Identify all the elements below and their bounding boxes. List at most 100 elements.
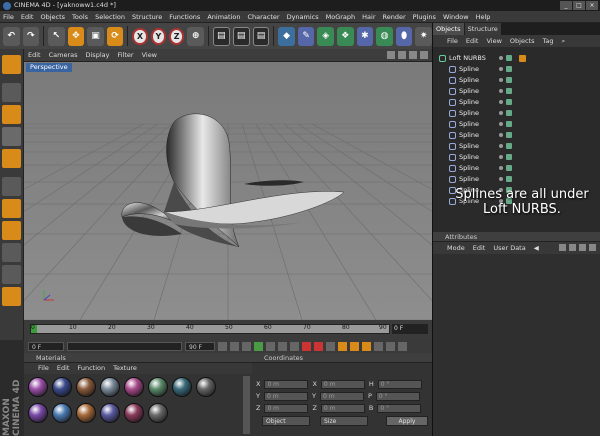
menu-window[interactable]: Window	[443, 13, 469, 21]
material-swatch[interactable]	[100, 377, 120, 397]
materials-menu-function[interactable]: Function	[77, 363, 105, 374]
goto-start-icon[interactable]	[218, 342, 227, 351]
objects-menu-view[interactable]: View	[486, 37, 501, 45]
next-key-icon[interactable]	[278, 342, 287, 351]
material-swatch[interactable]	[28, 403, 48, 423]
point-level-icon[interactable]	[386, 342, 395, 351]
enabled-check-icon[interactable]	[506, 88, 512, 94]
rotate-icon[interactable]: ⟳	[106, 26, 124, 46]
close-button[interactable]: ×	[586, 1, 598, 10]
material-swatch[interactable]	[28, 377, 48, 397]
redo-icon[interactable]: ↷	[22, 26, 40, 46]
render-picture-viewer-icon[interactable]: ▤	[232, 26, 250, 46]
materials-scrollbar[interactable]	[243, 376, 250, 434]
minimize-button[interactable]: _	[560, 1, 572, 10]
object-row-spline[interactable]: Spline	[433, 86, 600, 97]
menu-animation[interactable]: Animation	[207, 13, 240, 21]
end-frame-field[interactable]: 90 F	[185, 342, 215, 351]
material-swatch[interactable]	[124, 377, 144, 397]
size-x-field[interactable]: 0 m	[320, 380, 365, 389]
goto-end-icon[interactable]	[290, 342, 299, 351]
x-axis-lock-button[interactable]: X	[132, 27, 148, 45]
use-edges-tool-icon[interactable]	[2, 199, 21, 218]
tab-objects[interactable]: Objects	[433, 23, 464, 35]
autokey-icon[interactable]	[314, 342, 323, 351]
material-swatch[interactable]	[76, 403, 96, 423]
snap-icon[interactable]	[2, 287, 21, 306]
material-swatch[interactable]	[196, 377, 216, 397]
visibility-dot[interactable]	[499, 177, 503, 181]
position-z-field[interactable]: 0 m	[264, 404, 309, 413]
rotation-h-field[interactable]: 0 °	[377, 380, 422, 389]
tweak-mode-icon[interactable]	[2, 265, 21, 284]
array-icon[interactable]: ❖	[337, 26, 354, 46]
object-row-spline[interactable]: Spline	[433, 119, 600, 130]
camera-icon[interactable]: ⬮	[395, 26, 413, 46]
visibility-dot[interactable]	[499, 122, 503, 126]
size-y-field[interactable]: 0 m	[319, 392, 364, 401]
prev-frame-icon[interactable]	[242, 342, 251, 351]
materials-menu-texture[interactable]: Texture	[113, 363, 137, 374]
menu-edit[interactable]: Edit	[21, 13, 34, 21]
attributes-menu-edit[interactable]: Edit	[473, 244, 486, 252]
object-row-spline[interactable]: Spline	[433, 141, 600, 152]
use-object-tool-icon[interactable]	[2, 105, 21, 124]
object-row-spline[interactable]: Spline	[433, 130, 600, 141]
visibility-dot[interactable]	[499, 78, 503, 82]
menu-hair[interactable]: Hair	[362, 13, 375, 21]
rotation-p-field[interactable]: 0 °	[375, 392, 420, 401]
use-polygons-tool-icon[interactable]	[2, 221, 21, 240]
menu-plugins[interactable]: Plugins	[413, 13, 436, 21]
material-swatch[interactable]	[52, 403, 72, 423]
start-frame-field[interactable]: 0 F	[28, 342, 64, 351]
y-axis-lock-button[interactable]: Y	[150, 27, 167, 45]
select-arrow-icon[interactable]: ↖	[48, 26, 65, 46]
next-frame-icon[interactable]	[266, 342, 275, 351]
enabled-check-icon[interactable]	[506, 176, 512, 182]
visibility-dot[interactable]	[499, 133, 503, 137]
material-swatch[interactable]	[148, 377, 168, 397]
tab-structure[interactable]: Structure	[464, 23, 501, 35]
menu-help[interactable]: Help	[476, 13, 491, 21]
play-icon[interactable]	[254, 342, 263, 351]
enabled-check-icon[interactable]	[506, 143, 512, 149]
objects-menu-edit[interactable]: Edit	[466, 37, 479, 45]
frame-slider[interactable]	[67, 342, 182, 351]
rotation-key-icon[interactable]	[362, 342, 371, 351]
material-swatch[interactable]	[100, 403, 120, 423]
object-row-spline[interactable]: Spline	[433, 152, 600, 163]
timeline-settings-icon[interactable]	[398, 342, 407, 351]
materials-menu-edit[interactable]: Edit	[57, 363, 70, 374]
menu-file[interactable]: File	[3, 13, 14, 21]
objects-menu-file[interactable]: File	[447, 37, 458, 45]
position-y-field[interactable]: 0 m	[263, 392, 308, 401]
menu-render[interactable]: Render	[383, 13, 406, 21]
pan-icon[interactable]	[387, 51, 395, 59]
lock-icon[interactable]	[579, 244, 586, 251]
object-row-spline[interactable]: Spline	[433, 174, 600, 185]
render-settings-icon[interactable]: ▤	[252, 26, 270, 46]
menu-dynamics[interactable]: Dynamics	[287, 13, 319, 21]
material-swatch[interactable]	[52, 377, 72, 397]
enabled-check-icon[interactable]	[506, 165, 512, 171]
objects-menu-objects[interactable]: Objects	[510, 37, 535, 45]
material-swatch[interactable]	[172, 377, 192, 397]
visibility-dot[interactable]	[499, 89, 503, 93]
visibility-dot[interactable]	[499, 155, 503, 159]
render-view-icon[interactable]: ▤	[212, 26, 230, 46]
visibility-dot[interactable]	[499, 100, 503, 104]
back-arrow-icon[interactable]: ◀	[534, 244, 539, 252]
search-icon[interactable]: ⌕	[562, 37, 566, 46]
viewport-menu-edit[interactable]: Edit	[28, 51, 41, 59]
enabled-check-icon[interactable]	[506, 132, 512, 138]
parameter-key-icon[interactable]	[374, 342, 383, 351]
enabled-check-icon[interactable]	[506, 77, 512, 83]
up-arrow-icon[interactable]	[559, 244, 566, 251]
enabled-check-icon[interactable]	[506, 110, 512, 116]
maximize-button[interactable]: □	[573, 1, 585, 10]
menu-character[interactable]: Character	[247, 13, 279, 21]
object-row-spline[interactable]: Spline	[433, 75, 600, 86]
menu-functions[interactable]: Functions	[169, 13, 200, 21]
use-axis-tool-icon[interactable]	[2, 149, 21, 168]
visibility-dot[interactable]	[499, 67, 503, 71]
